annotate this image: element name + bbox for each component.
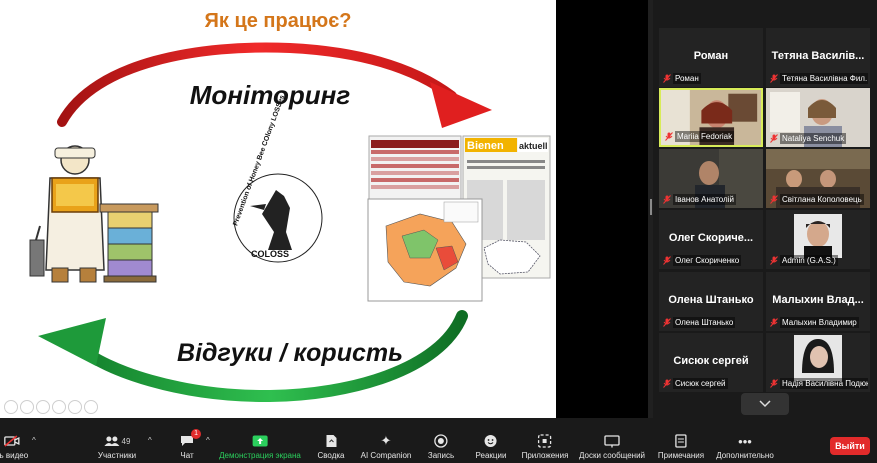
participant-label: Роман — [663, 72, 761, 84]
chevron-down-icon — [759, 400, 771, 408]
mic-muted-icon — [770, 194, 778, 204]
mic-muted-icon — [663, 194, 671, 204]
slide-next-icon[interactable] — [20, 400, 34, 414]
participant-label: Mariia Fedoriak — [665, 130, 759, 142]
slide-pages-icon[interactable] — [52, 400, 66, 414]
monitoring-label: Моніторинг — [189, 80, 351, 110]
participant-label: Іванов Анатолій — [663, 193, 761, 205]
mic-muted-icon — [770, 378, 778, 388]
reactions-button[interactable]: Реакции — [476, 433, 506, 460]
stop-video-button[interactable]: ть видео — [0, 433, 28, 460]
mic-muted-icon — [663, 73, 671, 83]
notes-icon — [675, 433, 687, 449]
mic-muted-icon — [663, 317, 671, 327]
more-button[interactable]: ••• Дополнительно — [716, 433, 774, 461]
mic-muted-icon — [663, 255, 671, 265]
participant-tile[interactable]: Іванов Анатолій — [659, 149, 763, 208]
resize-handle[interactable] — [650, 199, 652, 215]
chat-icon: 1 — [180, 429, 201, 449]
share-screen-button[interactable]: Демонстрация экрана — [219, 433, 301, 460]
participant-tile-active-speaker[interactable]: Mariia Fedoriak — [659, 88, 763, 147]
participant-tile[interactable]: Світлана Кополовець — [766, 149, 870, 208]
shared-slide: Як це працює? COLOSS Prevention of Honey… — [0, 0, 556, 418]
participant-name-large: Олена Штанько — [668, 294, 754, 306]
share-padding — [556, 0, 648, 418]
video-off-icon — [4, 433, 20, 449]
summary-icon — [325, 433, 337, 449]
participant-label: Nataliya Senchuk — [770, 132, 868, 144]
participant-name-large: Тетяна Василів... — [771, 50, 865, 62]
slide-controls[interactable] — [4, 400, 98, 414]
coloss-word: COLOSS — [251, 249, 289, 259]
participant-label: Надія Василівна Подюк — [770, 377, 868, 389]
slide-menu-icon[interactable] — [84, 400, 98, 414]
mic-muted-icon — [770, 317, 778, 327]
participant-name-large: Сисюк сергей — [673, 355, 749, 367]
participant-label: Тетяна Василівна Фил... — [770, 72, 868, 84]
slide-pen-icon[interactable] — [36, 400, 50, 414]
participant-tile[interactable]: Надія Василівна Подюк — [766, 333, 870, 392]
summary-button[interactable]: Сводка — [317, 433, 345, 460]
participant-label: Олег Скориченко — [663, 254, 761, 266]
meeting-toolbar: ть видео ^ 49 Участники ^ 1 Чат ^ Демонс… — [0, 418, 877, 463]
chat-button[interactable]: 1 Чат — [180, 429, 201, 460]
participant-tile[interactable]: Сисюк сергей Сисюк сергей — [659, 333, 763, 392]
mic-muted-icon — [770, 255, 778, 265]
participant-label: Олена Штанько — [663, 316, 761, 328]
participant-label: Світлана Кополовець — [770, 193, 868, 205]
gallery-next-page-button[interactable] — [741, 393, 789, 415]
participant-label: Admin (G.A.S.) — [770, 254, 868, 266]
mic-muted-icon — [665, 131, 673, 141]
participant-tile[interactable]: Admin (G.A.S.) — [766, 210, 870, 269]
notes-button[interactable]: Примечания — [658, 433, 704, 460]
participants-button[interactable]: 49 Участники — [98, 433, 136, 460]
participant-tile[interactable]: Малыхин Влад... Малыхин Владимир — [766, 272, 870, 331]
survey-table-image — [368, 135, 462, 201]
participants-options-caret[interactable]: ^ — [148, 436, 152, 445]
participant-name-large: Малыхин Влад... — [772, 294, 864, 306]
participant-tile[interactable]: Олена Штанько Олена Штанько — [659, 272, 763, 331]
apps-button[interactable]: Приложения — [522, 433, 568, 460]
participant-tile[interactable]: Олег Скориче... Олег Скориченко — [659, 210, 763, 269]
ellipsis-icon: ••• — [738, 433, 752, 449]
apps-icon — [538, 433, 552, 449]
sparkle-icon: ✦ — [380, 433, 392, 448]
beekeeper-illustration — [29, 145, 105, 283]
record-button[interactable]: Запись — [428, 433, 454, 460]
share-screen-icon — [252, 433, 268, 449]
participants-icon: 49 — [104, 433, 130, 449]
slide-zoom-icon[interactable] — [68, 400, 82, 414]
video-options-caret[interactable]: ^ — [32, 436, 36, 445]
mic-muted-icon — [770, 133, 778, 143]
mic-muted-icon — [663, 378, 671, 388]
participant-tile[interactable]: Тетяна Василів... Тетяна Василівна Фил..… — [766, 28, 870, 87]
chat-options-caret[interactable]: ^ — [206, 436, 210, 445]
beehive-illustration — [99, 203, 159, 283]
participant-name-large: Олег Скориче... — [668, 232, 754, 244]
leave-meeting-button[interactable]: Выйти — [830, 437, 870, 455]
newspaper-masthead-1: Bienen — [467, 140, 504, 152]
zoom-meeting-window: Як це працює? COLOSS Prevention of Honey… — [0, 0, 877, 463]
whiteboards-button[interactable]: Доски сообщений — [579, 433, 645, 460]
participant-label: Малыхин Владимир — [770, 316, 868, 328]
emoji-plus-icon — [484, 433, 498, 449]
newspaper-masthead-2: aktuell — [519, 141, 548, 151]
chat-unread-badge: 1 — [191, 429, 201, 439]
red-arrowhead — [430, 82, 492, 128]
participant-label: Сисюк сергей — [663, 377, 761, 389]
green-arrowhead — [38, 318, 106, 366]
participant-tile[interactable]: Роман Роман — [659, 28, 763, 87]
participant-name-large: Роман — [693, 50, 729, 62]
slide-prev-icon[interactable] — [4, 400, 18, 414]
record-icon — [434, 433, 448, 449]
mic-muted-icon — [770, 73, 778, 83]
feedback-label: Відгуки / користь — [177, 339, 403, 367]
whiteboard-icon — [604, 433, 620, 449]
participant-tile[interactable]: Nataliya Senchuk — [766, 88, 870, 147]
participant-gallery: Роман Роман Тетяна Василів... Тетяна Вас… — [653, 0, 877, 418]
ai-companion-button[interactable]: ✦ AI Companion — [361, 433, 412, 460]
